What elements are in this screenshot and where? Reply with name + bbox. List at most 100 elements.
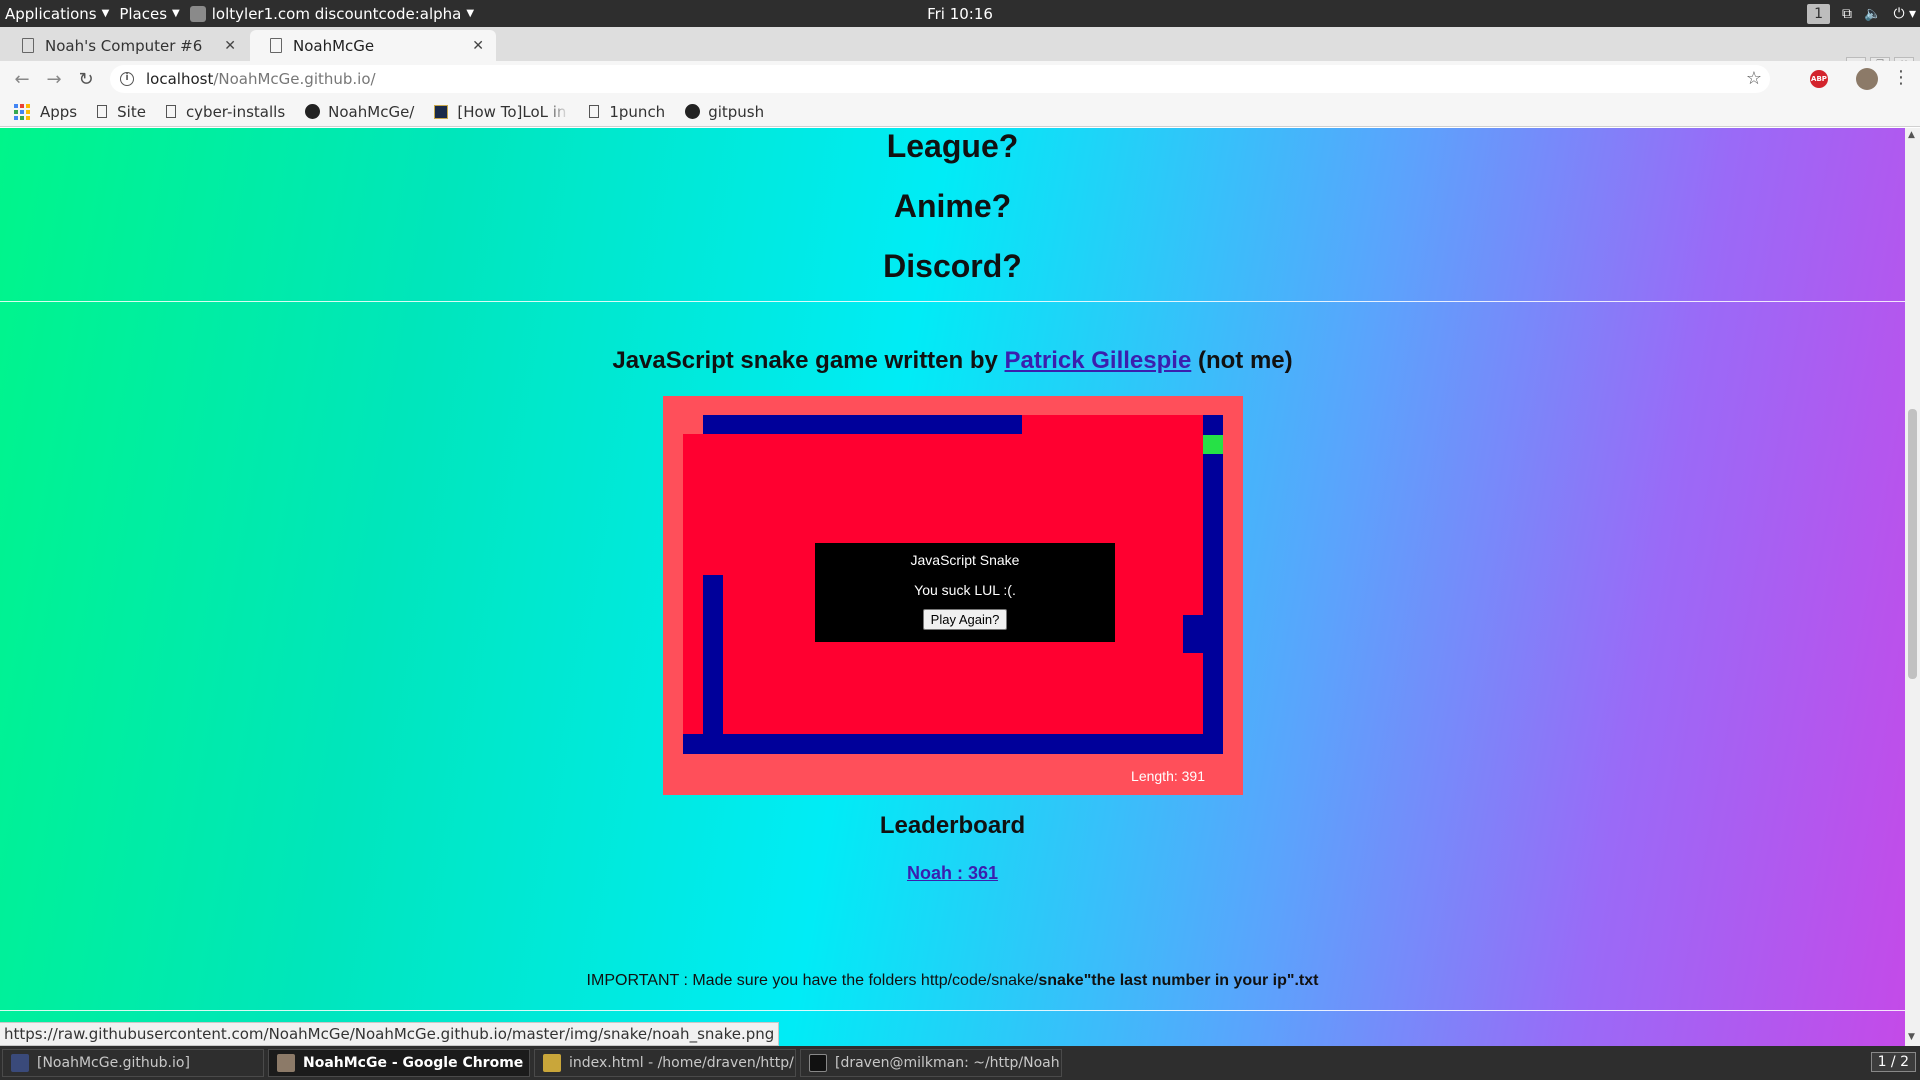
window-list-taskbar: [NoahMcGe.github.io] NoahMcGe - Google C… (0, 1046, 1920, 1080)
play-again-button[interactable]: Play Again? (922, 609, 1008, 630)
browser-toolbar: ← → ↻ i localhost/NoahMcGe.github.io/ ☆ … (0, 61, 1920, 97)
important-text: IMPORTANT : Made sure you have the folde… (586, 972, 1039, 989)
bookmark-apps[interactable]: Apps (14, 103, 77, 121)
bookmark-site[interactable]: Site (97, 103, 146, 121)
page-viewport[interactable]: League? Anime? Discord? JavaScript snake… (0, 128, 1905, 1046)
food-pellet (1203, 435, 1223, 454)
snake-heading: JavaScript snake game written by Patrick… (0, 347, 1905, 375)
network-icon[interactable]: ⧉ (1842, 6, 1852, 22)
close-icon[interactable]: ✕ (472, 38, 484, 54)
bookmark-cyber-installs[interactable]: cyber-installs (165, 102, 286, 121)
snake-segment (703, 575, 723, 734)
bookmark-lol[interactable]: [How To]LoL in a (434, 103, 569, 121)
adblock-plus-icon[interactable]: ABP (1810, 70, 1828, 88)
bookmark-gitpush[interactable]: gitpush (685, 103, 764, 121)
clock[interactable]: Fri 10:16 (927, 5, 993, 23)
bookmark-star-icon[interactable]: ☆ (1746, 68, 1762, 89)
tab-noahs-computer[interactable]: Noah's Computer #6 ✕ (2, 30, 248, 61)
league-icon (434, 104, 449, 119)
gnome-top-bar: Applications ▼ Places ▼ loltyler1.com di… (0, 0, 1920, 27)
task-label: NoahMcGe - Google Chrome (303, 1055, 524, 1071)
active-app-menu[interactable]: loltyler1.com discountcode:alpha ▼ (185, 0, 479, 27)
power-icon[interactable]: ⏻ ▾ (1893, 6, 1916, 22)
caret-down-icon: ▼ (172, 8, 180, 19)
snake-heading-post: (not me) (1191, 347, 1293, 374)
important-bold: snake"the last number in your ip".txt (1038, 972, 1319, 989)
scroll-down-icon[interactable]: ▼ (1908, 1032, 1915, 1042)
address-bar[interactable]: i localhost/NoahMcGe.github.io/ ☆ (110, 65, 1770, 93)
apps-grid-icon (14, 103, 30, 120)
app-avatar-icon (189, 5, 206, 22)
editor-icon (11, 1054, 29, 1072)
page-icon (97, 105, 108, 118)
system-tray: 1 ⧉ 🔈 ⏻ ▾ (1807, 0, 1916, 27)
page-icon (589, 105, 600, 118)
bookmark-label: gitpush (708, 102, 765, 121)
scroll-up-icon[interactable]: ▲ (1908, 130, 1915, 140)
applications-menu[interactable]: Applications ▼ (0, 0, 114, 27)
page-icon (22, 38, 34, 53)
github-icon (685, 104, 701, 119)
link-status-bubble: https://raw.githubusercontent.com/NoahMc… (0, 1022, 780, 1046)
bookmark-1punch[interactable]: 1punch (589, 103, 665, 121)
forward-icon[interactable]: → (38, 69, 70, 90)
active-app-label: loltyler1.com discountcode:alpha (211, 4, 462, 23)
snake-game[interactable]: JavaScript Snake You suck LUL :(. Play A… (663, 396, 1243, 795)
snake-segment (703, 415, 1022, 434)
volume-icon[interactable]: 🔈 (1864, 6, 1881, 22)
bookmark-label: NoahMcGe/ (328, 102, 415, 121)
task-item-chrome[interactable]: NoahMcGe - Google Chrome (268, 1049, 530, 1077)
tab-title: NoahMcGe (293, 36, 375, 55)
leaderboard-title: Leaderboard (879, 812, 1026, 839)
terminal-icon (809, 1054, 827, 1072)
page-icon (270, 38, 282, 53)
bookmarks-bar: Apps Site cyber-installs NoahMcGe/ [How … (0, 97, 1920, 127)
task-item-index-html[interactable]: index.html - /home/draven/http/N... (534, 1049, 796, 1077)
leaderboard-link[interactable]: Noah : 361 (907, 863, 998, 883)
question-anime: Anime? (893, 188, 1012, 224)
github-icon (305, 104, 321, 119)
snake-segment (683, 734, 1223, 754)
bookmark-noahmcge[interactable]: NoahMcGe/ (305, 103, 414, 121)
back-icon[interactable]: ← (6, 69, 38, 90)
snake-heading-pre: JavaScript snake game written by (612, 347, 1005, 374)
dialog-message: You suck LUL :(. (914, 582, 1016, 598)
task-label: index.html - /home/draven/http/N... (569, 1055, 796, 1071)
dialog-title: JavaScript Snake (910, 552, 1020, 568)
tab-strip: Noah's Computer #6 ✕ NoahMcGe ✕ + — ❐ ✕ (0, 27, 1920, 84)
task-item-editor[interactable]: [NoahMcGe.github.io] (2, 1049, 264, 1077)
close-icon[interactable]: ✕ (224, 38, 236, 54)
info-icon[interactable]: i (120, 72, 134, 86)
kebab-menu-icon[interactable]: ⋮ (1892, 67, 1910, 88)
game-board: JavaScript Snake You suck LUL :(. Play A… (683, 415, 1223, 754)
task-item-terminal[interactable]: [draven@milkman: ~/http/NoahM... (800, 1049, 1062, 1077)
chrome-avatar-icon (277, 1054, 295, 1072)
workspace-pager[interactable]: 1 / 2 (1870, 1052, 1916, 1072)
tab-title: Noah's Computer #6 (45, 36, 203, 55)
bookmark-label: 1punch (609, 102, 666, 121)
bookmark-label: Site (117, 102, 146, 121)
bookmark-label: cyber-installs (185, 102, 286, 121)
profile-avatar[interactable] (1856, 68, 1878, 90)
places-label: Places (119, 4, 168, 23)
caret-down-icon: ▼ (101, 8, 110, 19)
snake-segment (1203, 415, 1223, 754)
reload-icon[interactable]: ↻ (70, 69, 102, 90)
scrollbar[interactable]: ▲ ▼ (1905, 128, 1920, 1046)
workspace-indicator[interactable]: 1 (1807, 3, 1830, 24)
tab-noahmcge[interactable]: NoahMcGe ✕ (250, 30, 496, 61)
divider (0, 1010, 1905, 1011)
snake-gap (683, 415, 703, 434)
author-link[interactable]: Patrick Gillespie (1005, 347, 1192, 374)
question-league: League? (886, 128, 1019, 164)
scroll-thumb[interactable] (1908, 409, 1917, 679)
bookmark-label: Apps (40, 102, 78, 121)
places-menu[interactable]: Places ▼ (114, 0, 184, 27)
bookmark-label: [How To]LoL in a (457, 102, 570, 121)
page-icon (165, 105, 176, 118)
divider (0, 301, 1905, 302)
applications-label: Applications (5, 4, 97, 23)
url-host: localhost (146, 70, 214, 88)
game-over-dialog: JavaScript Snake You suck LUL :(. Play A… (815, 543, 1115, 642)
task-label: [NoahMcGe.github.io] (37, 1055, 190, 1071)
